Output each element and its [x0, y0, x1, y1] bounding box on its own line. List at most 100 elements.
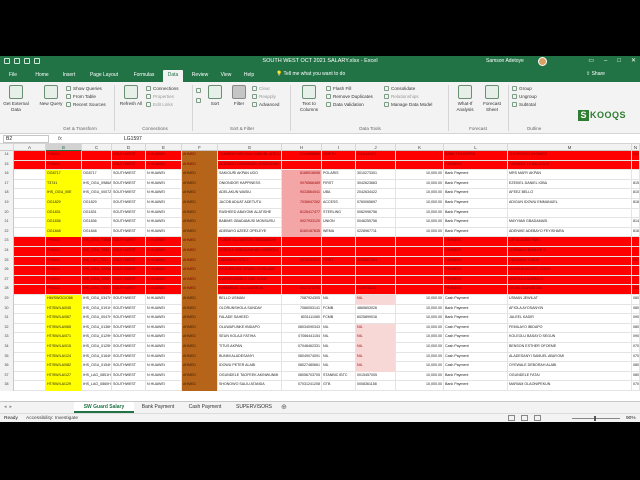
cell-i[interactable]: NIL [322, 362, 356, 372]
cell-m[interactable]: ALADESANYI SAMUEL ABAYOMI [508, 352, 632, 363]
cell-m[interactable]: MARIAM OLAONIPEKUN [508, 381, 632, 391]
cell-h[interactable]: 7036647262 [282, 199, 322, 209]
cell-j[interactable] [356, 275, 396, 286]
cell-m[interactable]: AKOGUN AGOTO ONIYE [508, 266, 632, 276]
forecast-sheet-button[interactable]: Forecast Sheet [480, 85, 504, 112]
cell-e[interactable]: N HUAWEI [146, 362, 182, 372]
zoom-slider[interactable] [572, 418, 620, 419]
cell-n[interactable]: 0906 [632, 314, 640, 324]
cell-k[interactable] [396, 151, 444, 161]
cell-h[interactable]: 08027480661 [282, 362, 322, 372]
cell-n[interactable] [632, 170, 640, 180]
show-queries-button[interactable]: Show Queries [66, 86, 102, 92]
row-header[interactable]: 16 [0, 170, 14, 180]
tab-formulas[interactable]: Formulas [128, 70, 160, 82]
cell-b[interactable]: OG8717 [46, 170, 82, 180]
cell-k[interactable]: 10,000.00 [396, 295, 444, 305]
cell-c[interactable]: IHS_OGU_0047H [82, 314, 112, 324]
cell-k[interactable]: 10,000.00 [396, 314, 444, 324]
cell-n[interactable]: 0803 [632, 323, 640, 334]
cell-j[interactable] [356, 266, 396, 276]
cell-d[interactable]: SOUTHWEST [112, 371, 146, 382]
cell-d[interactable]: SOUTHWEST [112, 362, 146, 372]
cell-j[interactable]: 2116430471 [356, 151, 396, 161]
cell-c[interactable]: IHS_OGU_0191H [82, 304, 112, 315]
cell-b[interactable]: HT/SW/LA/082 [46, 362, 82, 372]
cell-i[interactable]: ZENITH [322, 151, 356, 161]
cell-a[interactable] [14, 227, 46, 238]
cell-b[interactable]: OG1831 [46, 208, 82, 219]
row-header[interactable]: 36 [0, 362, 14, 372]
cell-f[interactable]: AHMED [182, 151, 218, 161]
cell-i[interactable]: FCMB [322, 314, 356, 324]
cell-a[interactable] [14, 237, 46, 247]
cell-l[interactable]: Cash Payment [444, 343, 508, 353]
cell-c[interactable] [82, 160, 112, 171]
cell-e[interactable]: N HUAWEI [146, 179, 182, 190]
cell-e[interactable]: N HUAWEI [146, 275, 182, 286]
maximize-icon[interactable]: □ [617, 56, 621, 67]
cell-l[interactable]: PAYMENT [444, 266, 508, 276]
cell-f[interactable]: AHMED [182, 362, 218, 372]
cell-l[interactable]: PAYMENT [444, 285, 508, 295]
sort-az-button[interactable] [196, 88, 203, 94]
cell-f[interactable]: AHMED [182, 256, 218, 267]
column-header-m[interactable]: M [508, 144, 632, 151]
cell-j[interactable]: 3045657654 [356, 256, 396, 267]
cell-f[interactable]: AHMED [182, 160, 218, 171]
cell-d[interactable]: SOUTHWEST [112, 189, 146, 199]
cell-g[interactable]: BELLO USMAN [218, 295, 282, 305]
cell-h[interactable] [282, 275, 322, 286]
cell-a[interactable] [14, 295, 46, 305]
cell-h[interactable] [282, 247, 322, 257]
cell-g[interactable]: EMMANUEL OLUWASEUN [218, 285, 282, 295]
row-header[interactable]: 22 [0, 227, 14, 238]
edit-links-button[interactable]: Edit Links [146, 102, 173, 108]
clear-button[interactable]: Clear [252, 86, 270, 92]
cell-a[interactable] [14, 285, 46, 295]
cell-h[interactable]: 9033864041 [282, 189, 322, 199]
cell-h[interactable]: 8168916696 [282, 170, 322, 180]
cell-e[interactable]: N HUAWEI [146, 218, 182, 228]
cell-d[interactable]: SOUTHWEST [112, 199, 146, 209]
cell-b[interactable]: PH8434 [46, 285, 82, 295]
cell-b[interactable]: OG1848 [46, 227, 82, 238]
cell-i[interactable]: GTB [322, 381, 356, 391]
row-header[interactable]: 21 [0, 218, 14, 228]
remove-duplicates-button[interactable]: Remove Duplicates [326, 94, 373, 100]
cell-l[interactable]: Bank Payment [444, 189, 508, 199]
cell-b[interactable]: HT/SW/LA/067 [46, 314, 82, 324]
cell-h[interactable]: 8076183920 [282, 256, 322, 267]
cell-l[interactable]: Cash Payment [444, 323, 508, 334]
cell-h[interactable] [282, 237, 322, 247]
cell-e[interactable]: N HUAWEI [146, 237, 182, 247]
cell-d[interactable]: SOUTHWEST [112, 343, 146, 353]
cell-g[interactable]: TUNDE OLUWATOBI GBADAMOSI [218, 237, 282, 247]
cell-n[interactable]: 0803 [632, 295, 640, 305]
cell-j[interactable]: 0760065697 [356, 199, 396, 209]
cell-i[interactable]: NIL [322, 343, 356, 353]
cell-n[interactable]: 0805 [632, 371, 640, 382]
row-header[interactable]: 37 [0, 371, 14, 382]
cell-l[interactable]: Cash Payment [444, 362, 508, 372]
cell-g[interactable]: BUNMI ALADESANYI [218, 352, 282, 363]
cell-j[interactable] [356, 247, 396, 257]
cell-c[interactable]: IHS_OGU_7311 [82, 285, 112, 295]
tell-me-box[interactable]: 💡 Tell me what you want to do [276, 70, 345, 79]
tab-page-layout[interactable]: Page Layout [84, 70, 124, 82]
column-header-k[interactable]: K [396, 144, 444, 151]
cell-m[interactable]: EZEKIEL DANIEL IGBA [508, 179, 632, 190]
cell-e[interactable]: N HUAWEI [146, 352, 182, 363]
cell-e[interactable]: N HUAWEI [146, 256, 182, 267]
cell-n[interactable]: 0803 [632, 362, 640, 372]
reapply-button[interactable]: Reapply [252, 94, 276, 100]
column-header-e[interactable]: E [146, 144, 182, 151]
cell-k[interactable]: 10,000.00 [396, 381, 444, 391]
cell-i[interactable]: POLARIS [322, 170, 356, 180]
sheet-tab-bank-payment[interactable]: Bank Payment [136, 402, 180, 413]
cell-a[interactable] [14, 352, 46, 363]
cell-d[interactable]: SOUTHWEST [112, 314, 146, 324]
cell-m[interactable]: ADENIKE ADEBAYO FEYISHARA [508, 227, 632, 238]
cell-j[interactable]: 0015457005 [356, 371, 396, 382]
cell-h[interactable]: 07066441154 [282, 333, 322, 343]
